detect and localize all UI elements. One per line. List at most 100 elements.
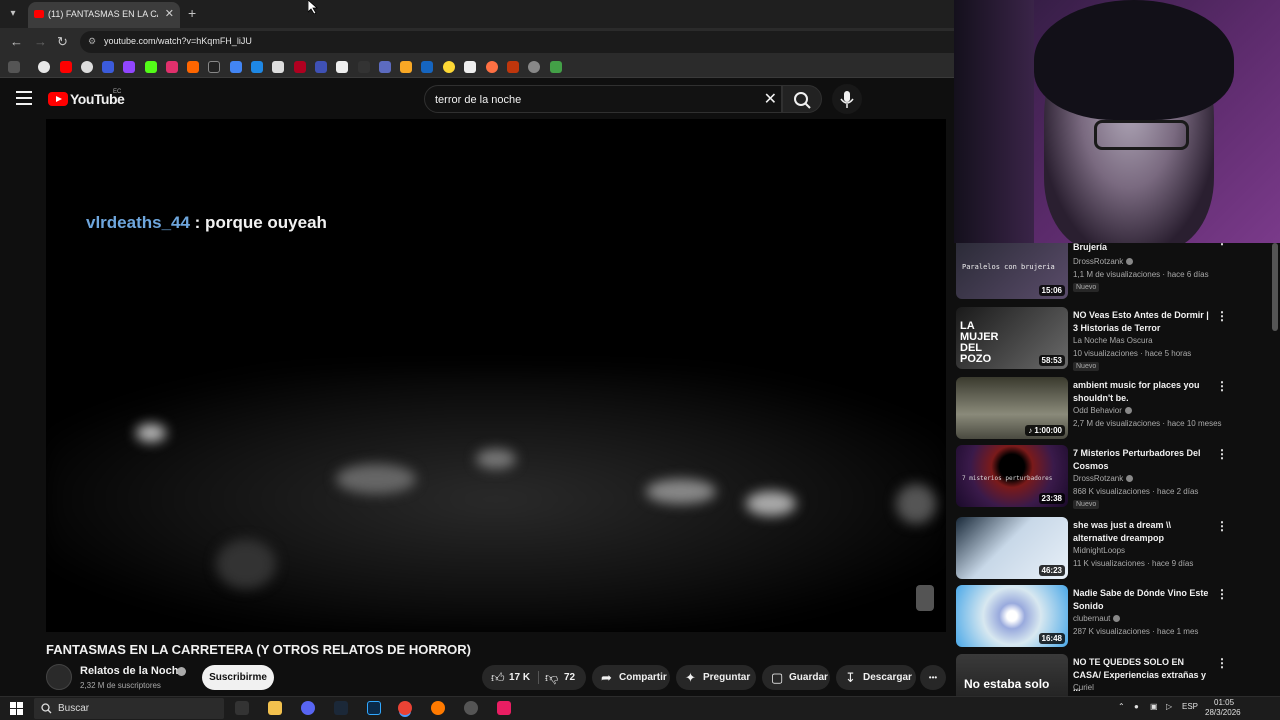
more-options-icon[interactable]: ⋮: [1216, 447, 1228, 461]
video-thumbnail[interactable]: No estaba solo: [956, 654, 1068, 696]
bookmark-icon[interactable]: [187, 61, 199, 73]
more-options-icon[interactable]: ⋮: [1216, 243, 1228, 247]
more-options-icon[interactable]: ⋮: [1216, 587, 1228, 601]
share-button[interactable]: ➦ Compartir: [592, 665, 670, 690]
discord-icon[interactable]: [301, 701, 315, 715]
youtube-bookmark-icon[interactable]: [60, 61, 72, 73]
video-player[interactable]: vlrdeaths_44 : porque ouyeah: [46, 119, 946, 632]
more-options-icon[interactable]: ⋮: [1216, 379, 1228, 393]
chrome-icon[interactable]: [398, 701, 412, 715]
google-bookmark-icon[interactable]: [38, 61, 50, 73]
bookmark-icon[interactable]: [443, 61, 455, 73]
bookmark-icon[interactable]: [507, 61, 519, 73]
new-tab-button[interactable]: +: [188, 5, 196, 21]
obs-icon[interactable]: [464, 701, 478, 715]
forward-arrow-icon[interactable]: →: [34, 34, 47, 49]
channel-name[interactable]: Relatos de la Noche: [80, 665, 185, 677]
bookmark-icon[interactable]: [464, 61, 476, 73]
bookmark-icon[interactable]: [102, 61, 114, 73]
bookmark-icon[interactable]: [400, 61, 412, 73]
recommendation-item[interactable]: No estaba solo NO TE QUEDES SOLO EN CASA…: [956, 654, 1274, 696]
video-title[interactable]: Nadie Sabe de Dónde Vino Este Sonido: [1073, 587, 1213, 613]
ask-button[interactable]: ✦ Preguntar: [676, 665, 756, 690]
apps-grid-icon[interactable]: [8, 61, 20, 73]
dislike-thumb-icon[interactable]: 👎︎: [545, 665, 558, 690]
tiktok-icon[interactable]: [497, 701, 511, 715]
translate-bookmark-icon[interactable]: [230, 61, 242, 73]
channel-name[interactable]: Odd Behavior: [1073, 406, 1132, 415]
kick-bookmark-icon[interactable]: [145, 61, 157, 73]
recommendation-item[interactable]: Paralelos con brujeria 15:06 Brujería Dr…: [956, 243, 1274, 303]
x-bookmark-icon[interactable]: [208, 61, 220, 73]
bookmark-icon[interactable]: [358, 61, 370, 73]
bookmark-icon[interactable]: [81, 61, 93, 73]
site-info-icon[interactable]: ⚙: [88, 36, 96, 47]
video-title[interactable]: she was just a dream \\ alternative drea…: [1073, 519, 1213, 545]
tray-chevron-icon[interactable]: ⌃: [1118, 702, 1125, 711]
channel-avatar[interactable]: [46, 664, 72, 690]
hamburger-menu-icon[interactable]: [16, 91, 32, 105]
volume-icon[interactable]: ▷: [1166, 702, 1172, 711]
back-arrow-icon[interactable]: ←: [10, 34, 23, 49]
app-icon[interactable]: [431, 701, 445, 715]
channel-name[interactable]: La Noche Mas Oscura: [1073, 336, 1153, 345]
file-explorer-icon[interactable]: [268, 701, 282, 715]
microphone-tray-icon[interactable]: ●: [1134, 702, 1139, 711]
notion-bookmark-icon[interactable]: [336, 61, 348, 73]
browser-tab[interactable]: (11) FANTASMAS EN LA CARRETERA ✕: [28, 2, 180, 28]
search-input[interactable]: [435, 92, 755, 108]
clock-time[interactable]: 01:05: [1214, 698, 1234, 707]
bookmark-icon[interactable]: [379, 61, 391, 73]
youtube-logo-icon[interactable]: [48, 92, 68, 106]
download-button[interactable]: ↧ Descargar: [836, 665, 916, 690]
more-options-icon[interactable]: ⋮: [1216, 656, 1228, 670]
more-options-icon[interactable]: ⋮: [1216, 309, 1228, 323]
address-bar[interactable]: ⚙ youtube.com/watch?v=hKqmFH_liJU: [80, 31, 954, 53]
twitch-bookmark-icon[interactable]: [123, 61, 135, 73]
subscribe-button[interactable]: Suscribirme: [202, 665, 274, 690]
channel-name[interactable]: clubernaut: [1073, 614, 1121, 623]
sheets-bookmark-icon[interactable]: [550, 61, 562, 73]
clear-search-icon[interactable]: ✕: [764, 89, 777, 109]
video-title[interactable]: 7 Misterios Perturbadores Del Cosmos: [1073, 447, 1213, 473]
tab-close-icon[interactable]: ✕: [165, 7, 174, 20]
recommendation-item[interactable]: ♪ 1:00:00 ambient music for places you s…: [956, 377, 1274, 443]
video-thumbnail[interactable]: 46:23: [956, 517, 1068, 579]
like-thumb-icon[interactable]: 👍︎: [491, 665, 505, 690]
search-box[interactable]: ✕: [424, 85, 782, 113]
tab-list-chevron-icon[interactable]: ▾: [4, 5, 22, 23]
clock-date[interactable]: 28/3/2026: [1205, 708, 1241, 717]
reload-icon[interactable]: ↻: [57, 34, 68, 50]
bookmark-icon[interactable]: [272, 61, 284, 73]
recommendation-item[interactable]: 16:48 Nadie Sabe de Dónde Vino Este Soni…: [956, 585, 1274, 651]
channel-name[interactable]: Curiel: [1073, 683, 1094, 692]
more-actions-button[interactable]: •••: [920, 665, 946, 690]
instagram-bookmark-icon[interactable]: [166, 61, 178, 73]
epic-games-icon[interactable]: [235, 701, 249, 715]
recommendation-item[interactable]: 46:23 she was just a dream \\ alternativ…: [956, 517, 1274, 583]
taskbar-search[interactable]: Buscar: [34, 698, 224, 719]
video-thumbnail[interactable]: ♪ 1:00:00: [956, 377, 1068, 439]
bookmark-icon[interactable]: [421, 61, 433, 73]
steam-icon[interactable]: [334, 701, 348, 715]
windows-start-icon[interactable]: [10, 702, 23, 715]
video-thumbnail[interactable]: 7 misterios perturbadores 23:38: [956, 445, 1068, 507]
network-icon[interactable]: ▣: [1150, 702, 1158, 711]
video-thumbnail[interactable]: 16:48: [956, 585, 1068, 647]
bookmark-icon[interactable]: [528, 61, 540, 73]
bookmark-icon[interactable]: [251, 61, 263, 73]
video-thumbnail[interactable]: Paralelos con brujeria 15:06: [956, 243, 1068, 299]
language-indicator[interactable]: ESP: [1182, 702, 1198, 711]
recommendation-item[interactable]: LA MUJER DEL POZO 58:53 NO Veas Esto Ant…: [956, 307, 1274, 373]
like-count[interactable]: 17 K: [509, 665, 530, 690]
video-title[interactable]: Brujería: [1073, 243, 1213, 254]
voice-search-button[interactable]: [832, 84, 862, 114]
bookmark-icon[interactable]: [315, 61, 327, 73]
video-title[interactable]: ambient music for places you shouldn't b…: [1073, 379, 1213, 405]
video-title[interactable]: NO Veas Esto Antes de Dormir | 3 Histori…: [1073, 309, 1213, 335]
video-title[interactable]: NO TE QUEDES SOLO EN CASA/ Experiencias …: [1073, 656, 1213, 695]
channel-name[interactable]: DrossRotzank: [1073, 474, 1134, 483]
channel-name[interactable]: DrossRotzank: [1073, 257, 1134, 266]
sidebar-scrollbar[interactable]: [1272, 243, 1278, 331]
recommendation-item[interactable]: 7 misterios perturbadores 23:38 7 Mister…: [956, 445, 1274, 511]
